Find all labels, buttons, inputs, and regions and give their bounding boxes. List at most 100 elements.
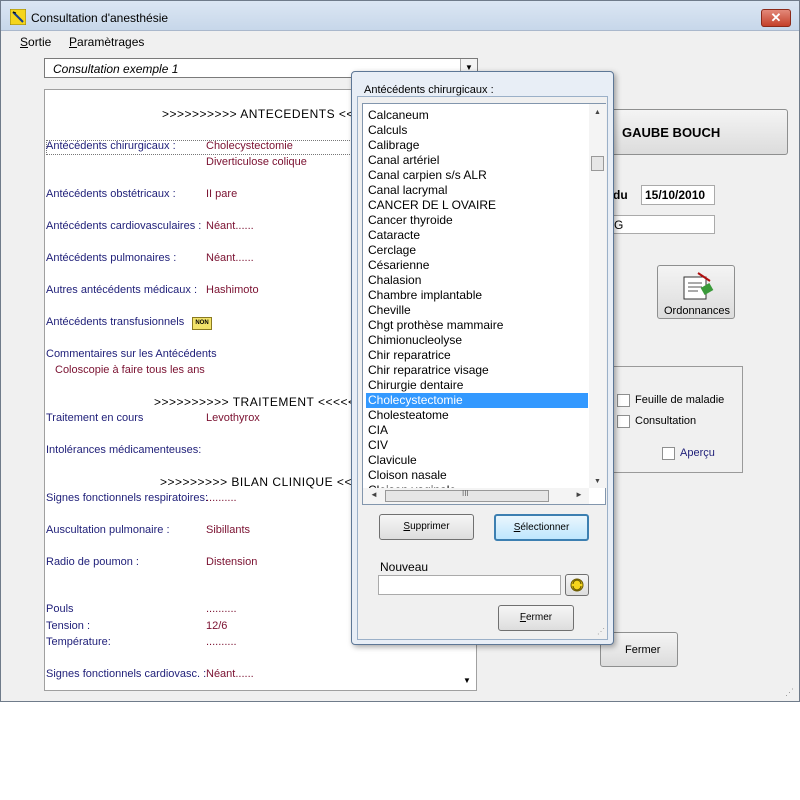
apercu-label: Aperçu bbox=[680, 447, 715, 459]
prescription-icon bbox=[683, 272, 714, 300]
section-traitement: >>>>>>>>>> TRAITEMENT <<<<<<<< bbox=[154, 395, 379, 409]
grip-icon: III bbox=[462, 489, 469, 498]
list-item[interactable]: Canal carpien s/s ALR bbox=[366, 168, 588, 183]
list-item[interactable]: Chalasion bbox=[366, 273, 588, 288]
list-item[interactable]: Cerclage bbox=[366, 243, 588, 258]
print-options-group: Feuille de maladie Consultation Aperçu bbox=[601, 366, 743, 473]
list-item[interactable]: Chir reparatrice visage bbox=[366, 363, 588, 378]
horizontal-scrollbar[interactable]: ◄ III ► bbox=[363, 488, 589, 504]
list-item[interactable]: Cancer thyroide bbox=[366, 213, 588, 228]
doc-label: Pouls bbox=[46, 603, 74, 615]
doc-label: Antécédents transfusionnels bbox=[46, 316, 185, 328]
doc-label: Autres antécédents médicaux : bbox=[46, 284, 198, 296]
h-scroll-thumb[interactable]: III bbox=[385, 489, 549, 502]
list-item[interactable]: Calculs bbox=[366, 123, 588, 138]
scroll-left-icon[interactable]: ◄ bbox=[370, 490, 378, 499]
dialog-title: Antécédents chirurgicaux : bbox=[364, 84, 494, 96]
secondary-field[interactable]: G bbox=[606, 215, 715, 234]
scroll-down-icon[interactable]: ▼ bbox=[463, 676, 471, 685]
menu-parametrages[interactable]: Paramètrages bbox=[69, 35, 144, 49]
list-item[interactable]: Cloison nasale bbox=[366, 468, 588, 483]
doc-label: Antécédents obstétricaux : bbox=[46, 188, 176, 200]
date-field[interactable]: 15/10/2010 bbox=[641, 185, 715, 205]
doc-value: .......... bbox=[206, 492, 237, 504]
list-item[interactable]: Cholesteatome bbox=[366, 408, 588, 423]
selectionner-button[interactable]: Sélectionner bbox=[494, 514, 589, 541]
list-item[interactable]: Césarienne bbox=[366, 258, 588, 273]
scroll-down-icon[interactable]: ▼ bbox=[594, 478, 601, 485]
add-refresh-icon bbox=[570, 578, 584, 592]
doc-value: Hashimoto bbox=[206, 284, 259, 296]
dialog-fermer-button[interactable]: Fermer bbox=[498, 605, 574, 631]
doc-label: Commentaires sur les Antécédents bbox=[46, 348, 217, 360]
list-item[interactable]: Chirurgie dentaire bbox=[366, 378, 588, 393]
doc-label: Traitement en cours bbox=[46, 412, 144, 424]
scroll-thumb[interactable] bbox=[591, 156, 604, 171]
nouveau-label: Nouveau bbox=[380, 560, 429, 574]
apercu-checkbox[interactable] bbox=[662, 447, 675, 460]
main-close-label: Fermer bbox=[625, 644, 661, 656]
resize-grip-icon[interactable]: ⋰ bbox=[785, 687, 794, 698]
doc-label: Auscultation pulmonaire : bbox=[46, 524, 170, 536]
list-item[interactable]: Canal artériel bbox=[366, 153, 588, 168]
title-bar[interactable]: Consultation d'anesthésie ✕ bbox=[1, 1, 799, 31]
consultation-checkbox[interactable] bbox=[617, 415, 630, 428]
list-item[interactable]: CANCER DE L OVAIRE bbox=[366, 198, 588, 213]
doc-value: Néant...... bbox=[206, 252, 254, 264]
list-item[interactable]: Canal lacrymal bbox=[366, 183, 588, 198]
menu-sortie[interactable]: Sortie bbox=[20, 35, 51, 49]
list-item[interactable]: Cholecystectomie bbox=[366, 393, 588, 408]
patient-button[interactable]: GAUBE BOUCH bbox=[606, 109, 788, 155]
close-icon: ✕ bbox=[770, 10, 782, 25]
feuille-checkbox[interactable] bbox=[617, 394, 630, 407]
ordonnances-button[interactable]: Ordonnances bbox=[657, 265, 735, 319]
list-item[interactable]: CIV bbox=[366, 438, 588, 453]
list-item[interactable]: Cheville bbox=[366, 303, 588, 318]
add-button[interactable] bbox=[565, 574, 589, 596]
non-badge[interactable]: NON bbox=[192, 317, 212, 330]
doc-label: Tension : bbox=[46, 620, 91, 632]
list-item[interactable]: CIA bbox=[366, 423, 588, 438]
doc-label: Antécédents chirurgicaux : bbox=[46, 140, 176, 152]
list-item[interactable]: Clavicule bbox=[366, 453, 588, 468]
resize-grip-icon[interactable]: ⋰ bbox=[597, 627, 605, 636]
list-item[interactable]: Chir reparatrice bbox=[366, 348, 588, 363]
consultation-label: Consultation bbox=[635, 415, 697, 427]
doc-label: Radio de poumon : bbox=[46, 556, 139, 568]
doc-value: Diverticulose colique bbox=[206, 156, 307, 168]
supprimer-button[interactable]: Supprimer bbox=[379, 514, 474, 540]
section-antecedents: >>>>>>>>>> ANTECEDENTS <<<< bbox=[162, 107, 369, 121]
close-button[interactable]: ✕ bbox=[761, 9, 791, 27]
doc-value: 12/6 bbox=[206, 620, 228, 632]
menu-bar: Sortie Paramètrages bbox=[1, 32, 799, 52]
patient-name: GAUBE BOUCH bbox=[622, 125, 721, 140]
doc-value: Levothyrox bbox=[206, 412, 260, 424]
scroll-up-icon[interactable]: ▲ bbox=[594, 109, 601, 116]
doc-value: Néant...... bbox=[206, 220, 254, 232]
list-item[interactable]: Calibrage bbox=[366, 138, 588, 153]
doc-label: Signes fonctionnels cardiovasc. : bbox=[46, 668, 207, 680]
doc-value: Néant...... bbox=[206, 668, 254, 680]
list-item[interactable]: Chambre implantable bbox=[366, 288, 588, 303]
antecedents-listbox[interactable]: Calcaneum Calculs Calibrage Canal artériel C… bbox=[362, 103, 606, 505]
nouveau-input[interactable] bbox=[378, 575, 561, 595]
app-icon bbox=[10, 9, 26, 25]
doc-value: Coloscopie à faire tous les ans bbox=[55, 364, 205, 376]
doc-label: Antécédents pulmonaires : bbox=[46, 252, 177, 264]
doc-value: .......... bbox=[206, 636, 237, 648]
list-item[interactable]: Chimionucleolyse bbox=[366, 333, 588, 348]
list-item[interactable]: Calcaneum bbox=[366, 108, 588, 123]
feuille-label: Feuille de maladie bbox=[635, 394, 725, 406]
doc-label: Signes fonctionnels respiratoires: bbox=[46, 492, 209, 504]
doc-value: Cholecystectomie bbox=[206, 140, 293, 152]
list-item[interactable]: Chgt prothèse mammaire bbox=[366, 318, 588, 333]
consultation-select-value: Consultation exemple 1 bbox=[53, 62, 179, 76]
section-bilan-clinique: >>>>>>>>> BILAN CLINIQUE <<<<< bbox=[160, 475, 375, 489]
ordonnances-label: Ordonnances bbox=[664, 305, 731, 317]
list-item[interactable]: Cataracte bbox=[366, 228, 588, 243]
scroll-right-icon[interactable]: ► bbox=[575, 490, 583, 499]
doc-value: .......... bbox=[206, 603, 237, 615]
doc-label: Température: bbox=[46, 636, 111, 648]
vertical-scrollbar[interactable]: ▲ ▼ bbox=[589, 104, 606, 488]
date-label: du bbox=[613, 188, 628, 202]
